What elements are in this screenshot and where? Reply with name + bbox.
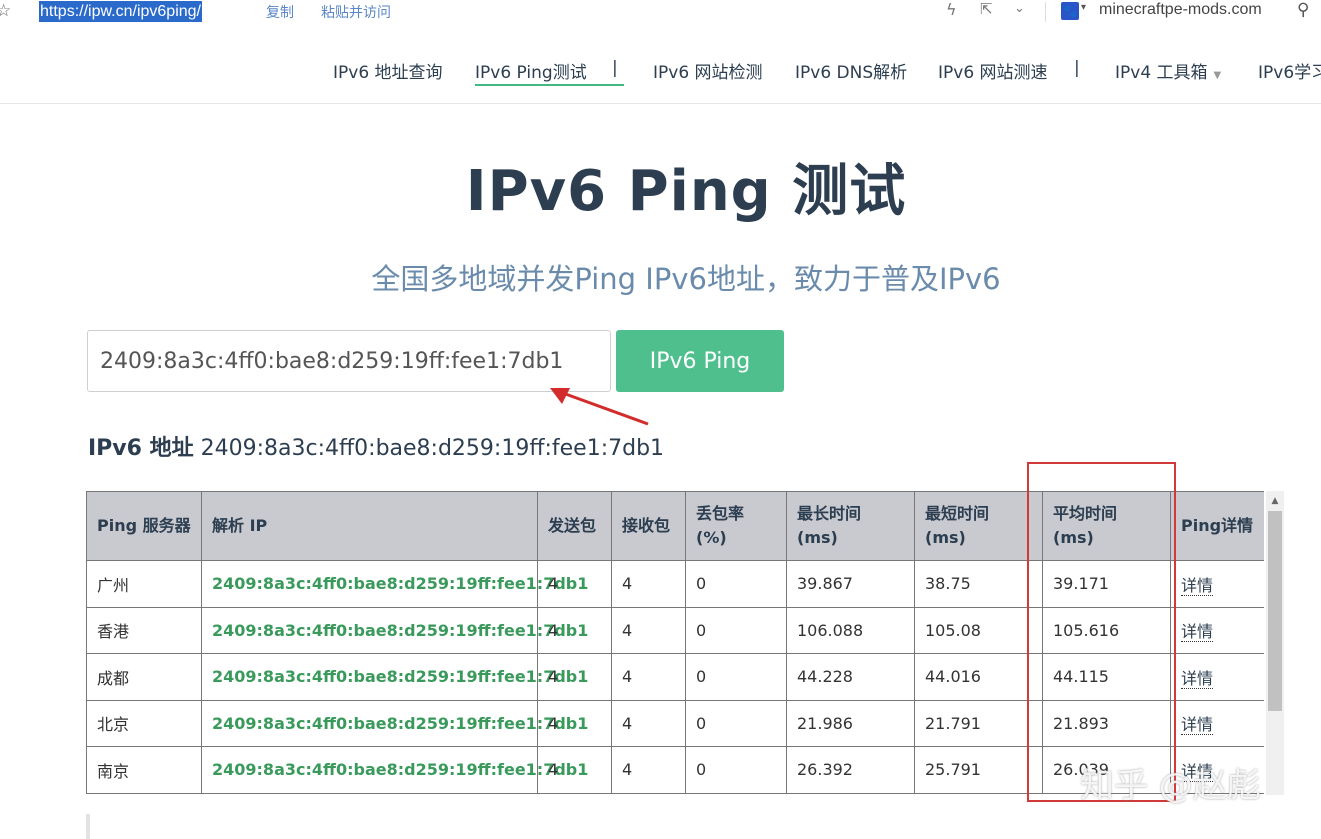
- copy-link[interactable]: 复制: [266, 2, 294, 22]
- search-engine-dropdown[interactable]: ▾: [1081, 2, 1086, 13]
- caret-down-icon: ▼: [1213, 70, 1222, 81]
- watermark: 知乎 @赵彪: [1080, 766, 1261, 806]
- chevron-down-icon[interactable]: ⌄: [1014, 1, 1025, 16]
- header-max: 最长时间 (ms): [786, 491, 915, 561]
- cell-min: 21.791: [914, 699, 1043, 747]
- table-header-row: Ping 服务器 解析 IP 发送包 接收包 丢包率 (%) 最长时间 (ms)…: [86, 491, 1264, 561]
- cell-server: 广州: [86, 560, 202, 608]
- cell-min: 25.791: [914, 746, 1043, 794]
- nav-item-speed-test[interactable]: IPv6 网站测速: [938, 58, 1048, 83]
- cell-loss: 0: [685, 560, 787, 608]
- cell-received: 4: [611, 653, 686, 701]
- cell-avg: 39.171: [1042, 560, 1171, 608]
- nav-item-ipv6-ping[interactable]: IPv6 Ping测试: [475, 58, 587, 83]
- cell-server: 香港: [86, 606, 202, 654]
- cell-max: 26.392: [786, 746, 915, 794]
- cell-avg: 21.893: [1042, 699, 1171, 747]
- arrow-icon: [550, 388, 649, 426]
- detail-link[interactable]: 详情: [1181, 668, 1214, 689]
- cell-loss: 0: [685, 699, 787, 747]
- cell-min: 44.016: [914, 653, 1043, 701]
- bottom-edge-bar: [86, 814, 90, 839]
- nav-item-site-check[interactable]: IPv6 网站检测: [653, 58, 763, 83]
- paste-and-go-link[interactable]: 粘贴并访问: [321, 2, 391, 22]
- cell-received: 4: [611, 699, 686, 747]
- cell-server: 北京: [86, 699, 202, 747]
- url-field[interactable]: https://ipw.cn/ipv6ping/: [39, 1, 202, 22]
- nav-item-ipv4-label: IPv4 工具箱: [1115, 63, 1208, 83]
- page-title: IPv6 Ping 测试: [465, 159, 907, 224]
- table-scrollbar[interactable]: ▲: [1266, 491, 1284, 795]
- nav-active-indicator: [475, 84, 624, 86]
- nav-separator: |: [1074, 58, 1080, 78]
- site-nav: IPv6 地址查询 IPv6 Ping测试 | IPv6 网站检测 IPv6 D…: [0, 40, 1321, 104]
- cell-min: 38.75: [914, 560, 1043, 608]
- ipv6-address-value: 2409:8a3c:4ff0:bae8:d259:19ff:fee1:7db1: [200, 436, 665, 461]
- nav-item-ipv4-toolbox[interactable]: IPv4 工具箱 ▼: [1115, 58, 1221, 83]
- cell-avg: 105.616: [1042, 606, 1171, 654]
- cell-min: 105.08: [914, 606, 1043, 654]
- header-received: 接收包: [611, 491, 686, 561]
- cell-detail: 详情: [1170, 560, 1264, 608]
- header-min: 最短时间 (ms): [914, 491, 1043, 561]
- detail-link[interactable]: 详情: [1181, 575, 1214, 596]
- cell-loss: 0: [685, 746, 787, 794]
- cell-max: 39.867: [786, 560, 915, 608]
- nav-item-ipv6-learn[interactable]: IPv6学习: [1258, 58, 1321, 83]
- nav-separator: |: [612, 58, 618, 78]
- cell-received: 4: [611, 560, 686, 608]
- arrow-shaft: [559, 390, 649, 426]
- header-loss: 丢包率 (%): [685, 491, 787, 561]
- header-detail: Ping详情: [1170, 491, 1264, 561]
- cell-ip: 2409:8a3c:4ff0:bae8:d259:19ff:fee1:7db1: [201, 699, 588, 747]
- cell-ip: 2409:8a3c:4ff0:bae8:d259:19ff:fee1:7db1: [201, 653, 588, 701]
- cell-server: 成都: [86, 653, 202, 701]
- table-row: 香港 2409:8a3c:4ff0:bae8:d259:19ff:fee1:7d…: [86, 606, 1264, 654]
- table-row: 成都 2409:8a3c:4ff0:bae8:d259:19ff:fee1:7d…: [86, 653, 1264, 701]
- page-subtitle: 全国多地域并发Ping IPv6地址，致力于普及IPv6: [371, 262, 1001, 296]
- cell-server: 南京: [86, 746, 202, 794]
- star-icon[interactable]: ☆: [0, 1, 11, 21]
- nav-item-dns[interactable]: IPv6 DNS解析: [795, 58, 907, 83]
- cell-max: 106.088: [786, 606, 915, 654]
- table-row: 广州 2409:8a3c:4ff0:bae8:d259:19ff:fee1:7d…: [86, 560, 1264, 608]
- cell-received: 4: [611, 746, 686, 794]
- paw-icon[interactable]: 🐾: [1061, 2, 1079, 20]
- header-sent: 发送包: [537, 491, 612, 561]
- ipv6-address-label: IPv6 地址: [88, 436, 194, 461]
- cell-max: 21.986: [786, 699, 915, 747]
- ping-results-table: Ping 服务器 解析 IP 发送包 接收包 丢包率 (%) 最长时间 (ms)…: [86, 491, 1264, 794]
- header-server: Ping 服务器: [86, 491, 202, 561]
- header-avg: 平均时间 (ms): [1042, 491, 1171, 561]
- ping-results-table-wrap: Ping 服务器 解析 IP 发送包 接收包 丢包率 (%) 最长时间 (ms)…: [86, 491, 1264, 794]
- cell-max: 44.228: [786, 653, 915, 701]
- cell-loss: 0: [685, 653, 787, 701]
- detail-link[interactable]: 详情: [1181, 715, 1214, 736]
- nav-item-ipv6-lookup[interactable]: IPv6 地址查询: [333, 58, 443, 83]
- share-icon[interactable]: ⇱: [980, 0, 993, 18]
- browser-address-bar: ☆ https://ipw.cn/ipv6ping/ 复制 粘贴并访问 ϟ ⇱ …: [0, 0, 1321, 26]
- detail-link[interactable]: 详情: [1181, 622, 1214, 643]
- search-box-text[interactable]: minecraftpe-mods.com: [1099, 1, 1262, 19]
- cell-loss: 0: [685, 606, 787, 654]
- cell-avg: 44.115: [1042, 653, 1171, 701]
- bolt-icon[interactable]: ϟ: [946, 0, 957, 19]
- ipv6-address-line: IPv6 地址 2409:8a3c:4ff0:bae8:d259:19ff:fe…: [88, 430, 664, 462]
- scroll-thumb[interactable]: [1268, 511, 1282, 711]
- cell-detail: 详情: [1170, 699, 1264, 747]
- cell-ip: 2409:8a3c:4ff0:bae8:d259:19ff:fee1:7db1: [201, 746, 588, 794]
- table-row: 北京 2409:8a3c:4ff0:bae8:d259:19ff:fee1:7d…: [86, 699, 1264, 747]
- cell-ip: 2409:8a3c:4ff0:bae8:d259:19ff:fee1:7db1: [201, 606, 588, 654]
- search-icon[interactable]: ⚲: [1297, 0, 1309, 20]
- cell-detail: 详情: [1170, 653, 1264, 701]
- cell-detail: 详情: [1170, 606, 1264, 654]
- header-ip: 解析 IP: [201, 491, 538, 561]
- cell-ip: 2409:8a3c:4ff0:bae8:d259:19ff:fee1:7db1: [201, 560, 588, 608]
- scroll-up-arrow-icon[interactable]: ▲: [1266, 493, 1284, 509]
- divider: [1045, 2, 1046, 22]
- ipv6-address-input[interactable]: [87, 330, 611, 392]
- cell-received: 4: [611, 606, 686, 654]
